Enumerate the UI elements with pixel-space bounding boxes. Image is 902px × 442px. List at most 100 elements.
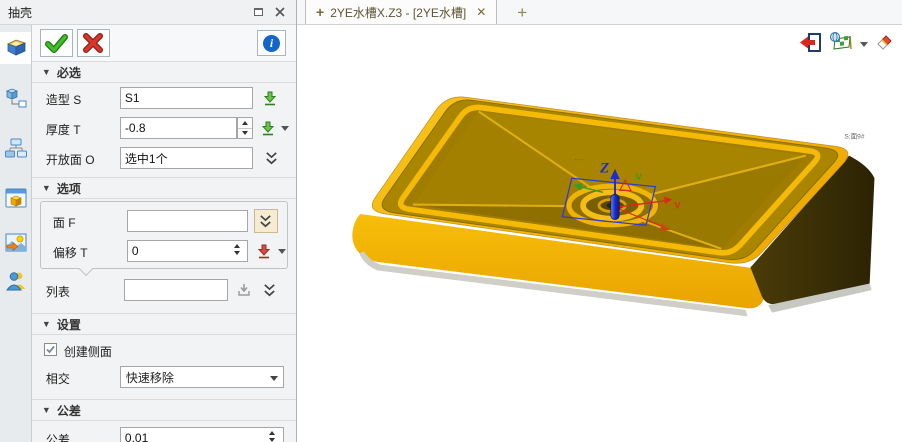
create-side-label: 创建侧面: [64, 343, 112, 360]
create-side-checkbox[interactable]: [44, 343, 57, 356]
collapse-triangle-icon: ▼: [42, 319, 51, 329]
thickness-spinner[interactable]: [237, 117, 253, 139]
thickness-options-caret-icon[interactable]: [281, 126, 289, 131]
triad-tick-marks: ·· ··: [575, 157, 584, 163]
open-faces-input[interactable]: [120, 147, 253, 169]
viewport-toolbar: [799, 31, 894, 57]
tolerance-input[interactable]: [120, 427, 284, 442]
sink-model[interactable]: Z V V ·· ·· S:面9#: [352, 97, 874, 316]
face-hover-tag: S:面9#: [844, 133, 864, 141]
open-faces-row: 开放面 O: [32, 143, 296, 173]
cancel-button[interactable]: [77, 29, 110, 57]
exit-icon: [799, 31, 823, 54]
dialog-titlebar: 抽壳: [0, 0, 296, 25]
tab-title: 2YE水槽X.Z3 - [2YE水槽]: [330, 4, 466, 21]
thickness-row: 厚度 T: [32, 113, 296, 143]
checkbox-check-icon: [45, 344, 56, 355]
close-panel-icon[interactable]: [272, 5, 288, 19]
thickness-input[interactable]: [120, 117, 237, 139]
sink-model-3d-scene[interactable]: Z V V ·· ·· S:面9#: [297, 25, 902, 417]
datum-cube-icon: [4, 86, 28, 110]
section-options[interactable]: ▼ 选项: [32, 177, 296, 199]
collapse-triangle-icon: ▼: [42, 183, 51, 193]
sidebar-item-manager[interactable]: [0, 132, 31, 164]
tab-close-icon[interactable]: ✕: [476, 5, 486, 19]
collapse-triangle-icon: ▼: [42, 405, 51, 415]
axis-z-label: Z: [599, 161, 609, 177]
offset-input[interactable]: [127, 240, 248, 262]
collapse-triangle-icon: ▼: [42, 67, 51, 77]
axis-v-green-label: V: [636, 171, 643, 182]
section-options-label: 选项: [57, 180, 81, 197]
open-faces-expand-chevron-icon[interactable]: [260, 146, 284, 170]
intersect-value: 快速移除: [126, 369, 174, 386]
intersect-select[interactable]: 快速移除: [120, 366, 284, 388]
sidebar-item-datum[interactable]: [0, 82, 31, 114]
intersect-label: 相交: [46, 370, 70, 387]
render-image-icon: [4, 231, 28, 255]
face-input[interactable]: [127, 210, 248, 232]
section-required[interactable]: ▼ 必选: [32, 61, 296, 83]
list-add-icon[interactable]: [235, 281, 253, 299]
offset-spinner[interactable]: [231, 244, 243, 255]
pick-target-green-icon[interactable]: [261, 89, 279, 107]
face-expand-chevron-icon[interactable]: [254, 209, 278, 233]
list-row: 列表: [32, 275, 296, 305]
triad-knob-handle[interactable]: [611, 194, 619, 219]
intersect-row: 相交 快速移除: [32, 362, 296, 392]
cancel-x-icon: [82, 33, 104, 53]
tab-active-document[interactable]: + 2YE水槽X.Z3 - [2YE水槽] ✕: [305, 0, 497, 24]
axis-v-red-label: V: [674, 199, 681, 210]
info-button[interactable]: i: [257, 30, 286, 56]
tolerance-spinner[interactable]: [266, 431, 278, 442]
app-window: 抽壳: [0, 0, 902, 442]
list-label: 列表: [46, 283, 70, 300]
render-mode-caret-icon[interactable]: [860, 42, 868, 47]
shape-label: 造型 S: [46, 91, 81, 108]
list-expand-chevron-icon[interactable]: [258, 278, 282, 302]
section-tolerance[interactable]: ▼ 公差: [32, 399, 296, 421]
info-icon: i: [263, 35, 280, 52]
sidebar-item-user[interactable]: [0, 265, 31, 297]
document-tabbar: + 2YE水槽X.Z3 - [2YE水槽] ✕ +: [297, 0, 902, 25]
render-mode-flag-icon: [829, 31, 854, 54]
view-window-icon: [4, 186, 28, 210]
dialog-title: 抽壳: [8, 4, 244, 21]
thickness-label: 厚度 T: [46, 121, 81, 138]
shell-tool-icon: [4, 38, 28, 58]
new-tab-button[interactable]: +: [511, 2, 533, 24]
main-area: + 2YE水槽X.Z3 - [2YE水槽] ✕ +: [297, 0, 902, 442]
offset-options-caret-icon[interactable]: [278, 249, 286, 254]
dialog-toolbar: i: [32, 25, 296, 61]
confirm-check-icon: [44, 33, 68, 53]
sidebar-item-visualize[interactable]: [0, 227, 31, 259]
sidebar-item-view-manager[interactable]: [0, 182, 31, 214]
section-tolerance-label: 公差: [57, 402, 81, 419]
render-mode-button[interactable]: [829, 31, 854, 57]
manager-tree-icon: [4, 136, 28, 160]
open-faces-label: 开放面 O: [46, 151, 95, 168]
tool-sidebar: [0, 25, 32, 442]
eraser-button[interactable]: [874, 33, 894, 56]
face-offset-group: 面 F 偏移 T: [40, 201, 288, 269]
3d-viewport[interactable]: Z V V ·· ·· S:面9#: [297, 25, 902, 417]
shell-dialog-panel: 抽壳: [0, 0, 297, 442]
tolerance-label: 公差: [46, 431, 70, 442]
pick-target-green-icon[interactable]: [259, 119, 277, 137]
user-icon: [4, 269, 28, 293]
section-settings[interactable]: ▼ 设置: [32, 313, 296, 335]
pick-target-red-icon[interactable]: [255, 242, 273, 260]
exit-sketch-button[interactable]: [799, 31, 823, 57]
shape-input[interactable]: [120, 87, 253, 109]
face-row: 面 F: [41, 206, 287, 236]
section-required-label: 必选: [57, 64, 81, 81]
eraser-icon: [874, 33, 894, 53]
float-panel-icon[interactable]: [250, 5, 266, 19]
section-settings-label: 设置: [57, 316, 81, 333]
list-input[interactable]: [124, 279, 228, 301]
face-label: 面 F: [53, 214, 76, 231]
sidebar-item-shell-tool[interactable]: [0, 32, 31, 64]
tab-prefix-icon: +: [316, 4, 324, 20]
dialog-content: i ▼ 必选 造型 S 厚度 T: [32, 25, 296, 442]
ok-button[interactable]: [40, 29, 73, 57]
